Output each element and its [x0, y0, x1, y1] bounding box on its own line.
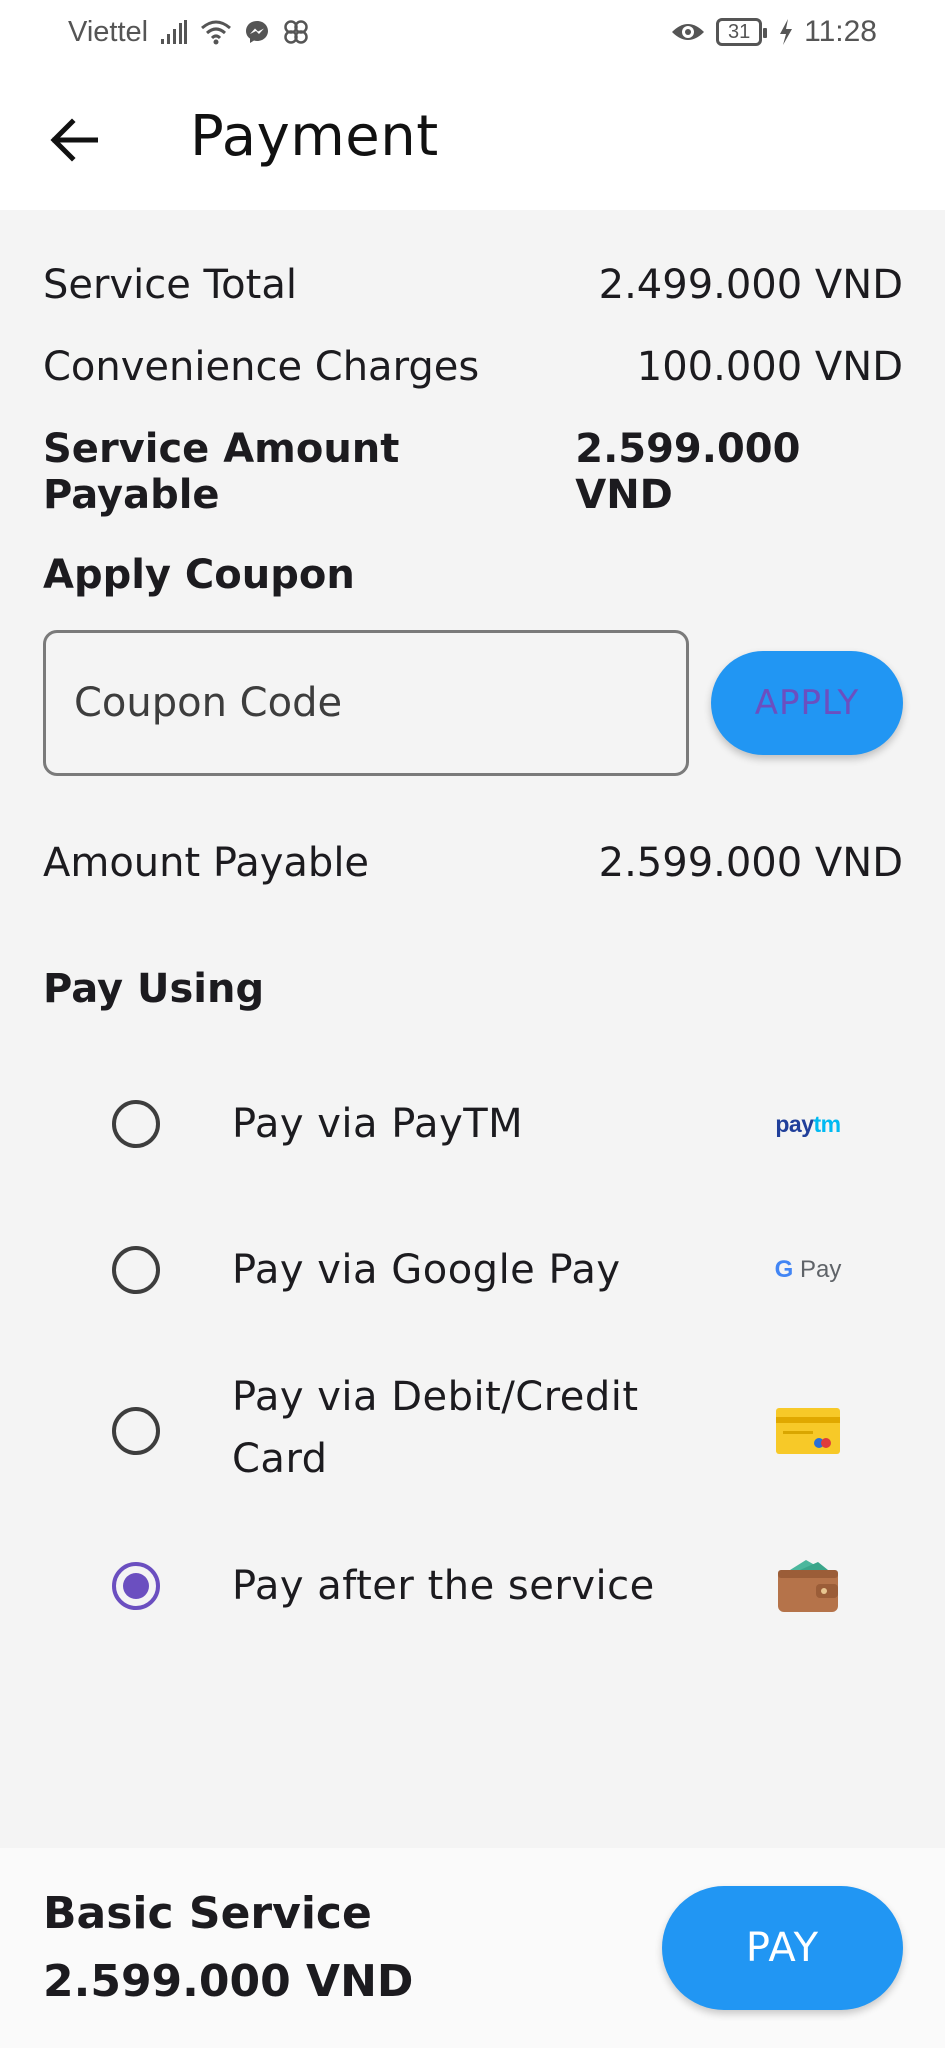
app-bar: Payment — [0, 66, 945, 210]
status-bar: Viettel 31 11:28 — [0, 0, 945, 66]
status-right: 31 11:28 — [670, 14, 877, 50]
arrow-left-icon — [50, 118, 98, 162]
service-amount-payable-row: Service Amount Payable 2.599.000 VND — [43, 426, 903, 518]
pinwheel-icon — [284, 20, 308, 44]
gpay-logo-pay-text: Pay — [799, 1256, 842, 1283]
page-title: Payment — [190, 104, 439, 169]
paytm-logo-icon: pay tm — [770, 1106, 846, 1142]
paytm-logo-tm-text: tm — [813, 1110, 842, 1137]
amount-payable-row: Amount Payable 2.599.000 VND — [43, 840, 903, 886]
service-name: Basic Service — [43, 1888, 372, 1939]
battery-level: 31 — [728, 21, 751, 43]
radio-button[interactable] — [112, 1100, 160, 1148]
back-button[interactable] — [36, 102, 112, 178]
apply-coupon-title: Apply Coupon — [43, 552, 355, 598]
battery-icon: 31 — [716, 18, 768, 46]
amount-payable-label: Amount Payable — [43, 840, 370, 886]
radio-button[interactable] — [112, 1407, 160, 1455]
payment-option-pay-after-service[interactable]: Pay after the service — [0, 1542, 945, 1630]
payment-option-label: Pay via PayTM — [232, 1101, 524, 1147]
service-amount-payable-value: 2.599.000 VND — [575, 426, 801, 518]
bottom-bar: Basic Service 2.599.000 VND PAY — [0, 1848, 945, 2048]
wallet-icon — [770, 1556, 846, 1616]
convenience-charges-label: Convenience Charges — [43, 344, 480, 390]
charging-bolt-icon — [780, 19, 793, 45]
apply-coupon-button[interactable]: APPLY — [711, 651, 903, 755]
payment-option-google-pay[interactable]: Pay via Google Pay G Pay — [0, 1226, 945, 1314]
payment-option-paytm[interactable]: Pay via PayTM pay tm — [0, 1080, 945, 1168]
signal-icon — [161, 20, 188, 44]
service-total-label: Service Total — [43, 262, 297, 308]
coupon-code-input[interactable] — [43, 630, 689, 776]
total-amount: 2.599.000 VND — [43, 1956, 414, 2007]
pay-button[interactable]: PAY — [662, 1886, 903, 2010]
carrier-name: Viettel — [68, 15, 149, 48]
service-total-value: 2.499.000 VND — [598, 262, 903, 308]
clock: 11:28 — [804, 15, 877, 48]
eye-icon — [672, 24, 705, 40]
gpay-logo-g-text: G — [774, 1256, 794, 1283]
status-left: Viettel — [68, 14, 310, 50]
paytm-logo-pay-text: pay — [775, 1110, 814, 1137]
google-pay-logo-icon: G Pay — [770, 1252, 846, 1288]
payment-option-card[interactable]: Pay via Debit/Credit Card — [0, 1366, 945, 1496]
payment-option-label: Pay via Google Pay — [232, 1247, 621, 1293]
credit-card-icon — [770, 1404, 846, 1458]
service-total-row: Service Total 2.499.000 VND — [43, 262, 903, 308]
radio-button-selected[interactable] — [112, 1562, 160, 1610]
payment-option-label: Pay after the service — [232, 1563, 655, 1609]
convenience-charges-row: Convenience Charges 100.000 VND — [43, 344, 903, 390]
wifi-icon — [201, 20, 232, 45]
apply-button-label: APPLY — [754, 683, 860, 723]
radio-button[interactable] — [112, 1246, 160, 1294]
payment-option-label: Pay via Debit/Credit Card — [232, 1374, 639, 1482]
pay-using-title: Pay Using — [43, 966, 265, 1012]
service-amount-payable-label: Service Amount Payable — [43, 426, 400, 518]
amount-payable-value: 2.599.000 VND — [598, 840, 903, 886]
convenience-charges-value: 100.000 VND — [636, 344, 903, 390]
messenger-icon — [246, 21, 269, 43]
pay-button-label: PAY — [745, 1925, 820, 1971]
